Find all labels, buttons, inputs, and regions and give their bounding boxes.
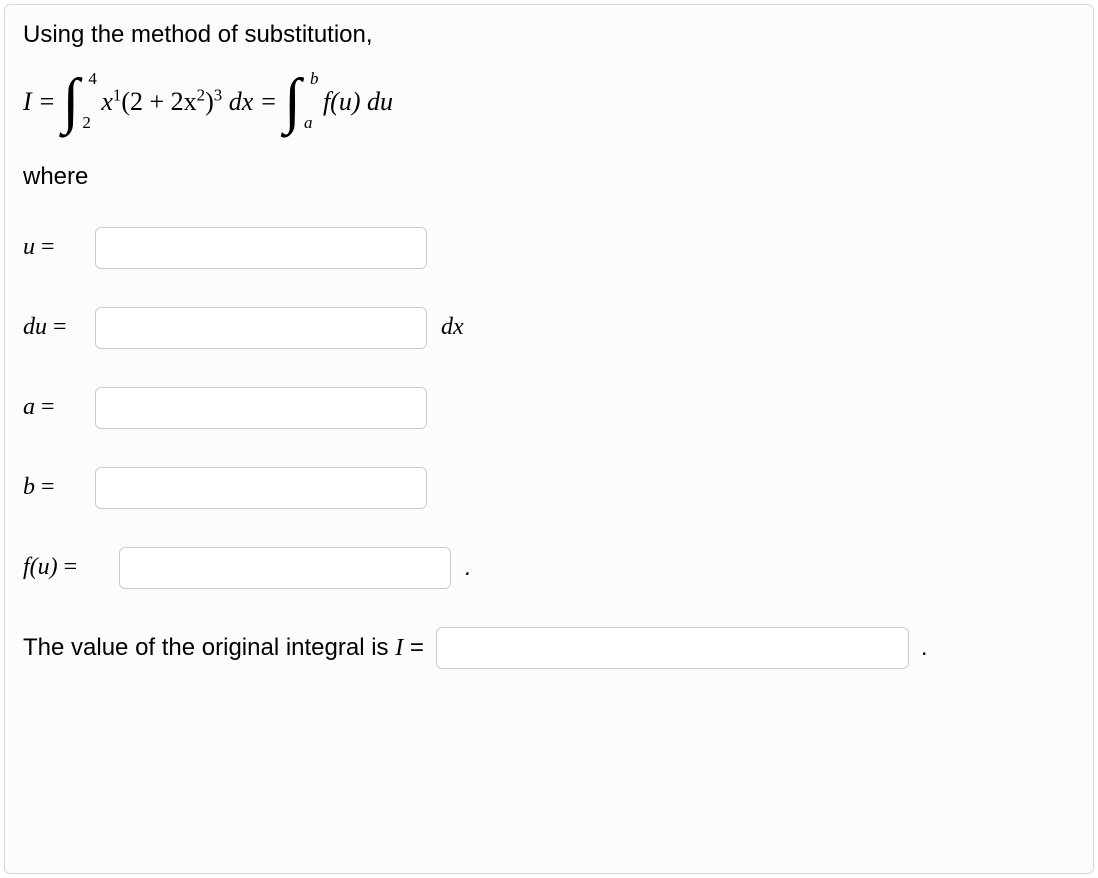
eq-equals-1: = <box>40 87 55 117</box>
integrand-1: x1(2 + 2x2)3 dx <box>101 87 253 117</box>
integrand-exp3: 3 <box>214 85 222 104</box>
integrand-dx: dx <box>222 87 253 116</box>
eq-lhs: I <box>23 87 32 117</box>
row-du: du= dx <box>23 307 1075 349</box>
du-eq: = <box>53 314 67 341</box>
fu-var: f(u) <box>23 554 58 581</box>
a-eq: = <box>41 394 55 421</box>
int1-upper: 4 <box>88 69 97 89</box>
integrand-exp2: 2 <box>197 85 205 104</box>
int1-lower: 2 <box>82 113 91 133</box>
fu-eq: = <box>64 554 78 581</box>
label-fu: f(u)= <box>23 554 105 581</box>
row-a: a= <box>23 387 1075 429</box>
label-u: u= <box>23 234 81 261</box>
integrand-paren-a: (2 + 2x <box>121 87 196 116</box>
problem-container: Using the method of substitution, I = ∫ … <box>4 4 1094 874</box>
int2-lower: a <box>304 113 313 133</box>
integral-1: ∫ 4 2 x1(2 + 2x2)3 dx <box>62 77 253 127</box>
row-final: The value of the original integral is I … <box>23 627 1075 669</box>
input-du[interactable] <box>95 307 427 349</box>
u-eq: = <box>41 234 55 261</box>
fu-period: . <box>465 554 472 582</box>
a-var: a <box>23 394 35 421</box>
integral-sign-1: ∫ <box>62 77 79 127</box>
input-final-I[interactable] <box>436 627 909 669</box>
eq-equals-2: = <box>261 87 276 117</box>
intro-text: Using the method of substitution, <box>23 21 1075 49</box>
integral-2: ∫ b a f(u) du <box>284 77 393 127</box>
input-fu[interactable] <box>119 547 451 589</box>
row-u: u= <box>23 227 1075 269</box>
integrand-x: x <box>101 87 113 116</box>
where-text: where <box>23 163 1075 191</box>
u-var: u <box>23 234 35 261</box>
final-pre: The value of the original integral is <box>23 634 395 661</box>
final-period: . <box>921 634 928 662</box>
label-du: du= <box>23 314 81 341</box>
b-var: b <box>23 474 35 501</box>
integrand-paren-b: ) <box>205 87 214 116</box>
integrand-2: f(u) du <box>323 87 393 117</box>
du-var: du <box>23 314 47 341</box>
final-I: I <box>395 635 403 661</box>
input-u[interactable] <box>95 227 427 269</box>
integral-equation: I = ∫ 4 2 x1(2 + 2x2)3 dx = ∫ b a f(u) d… <box>23 77 1075 127</box>
du-suffix: dx <box>441 314 464 341</box>
final-text: The value of the original integral is I … <box>23 634 424 662</box>
row-b: b= <box>23 467 1075 509</box>
int2-upper: b <box>310 69 319 89</box>
input-a[interactable] <box>95 387 427 429</box>
label-b: b= <box>23 474 81 501</box>
input-b[interactable] <box>95 467 427 509</box>
integral-sign-2: ∫ <box>284 77 301 127</box>
b-eq: = <box>41 474 55 501</box>
label-a: a= <box>23 394 81 421</box>
row-fu: f(u)= . <box>23 547 1075 589</box>
final-eq: = <box>410 634 424 661</box>
